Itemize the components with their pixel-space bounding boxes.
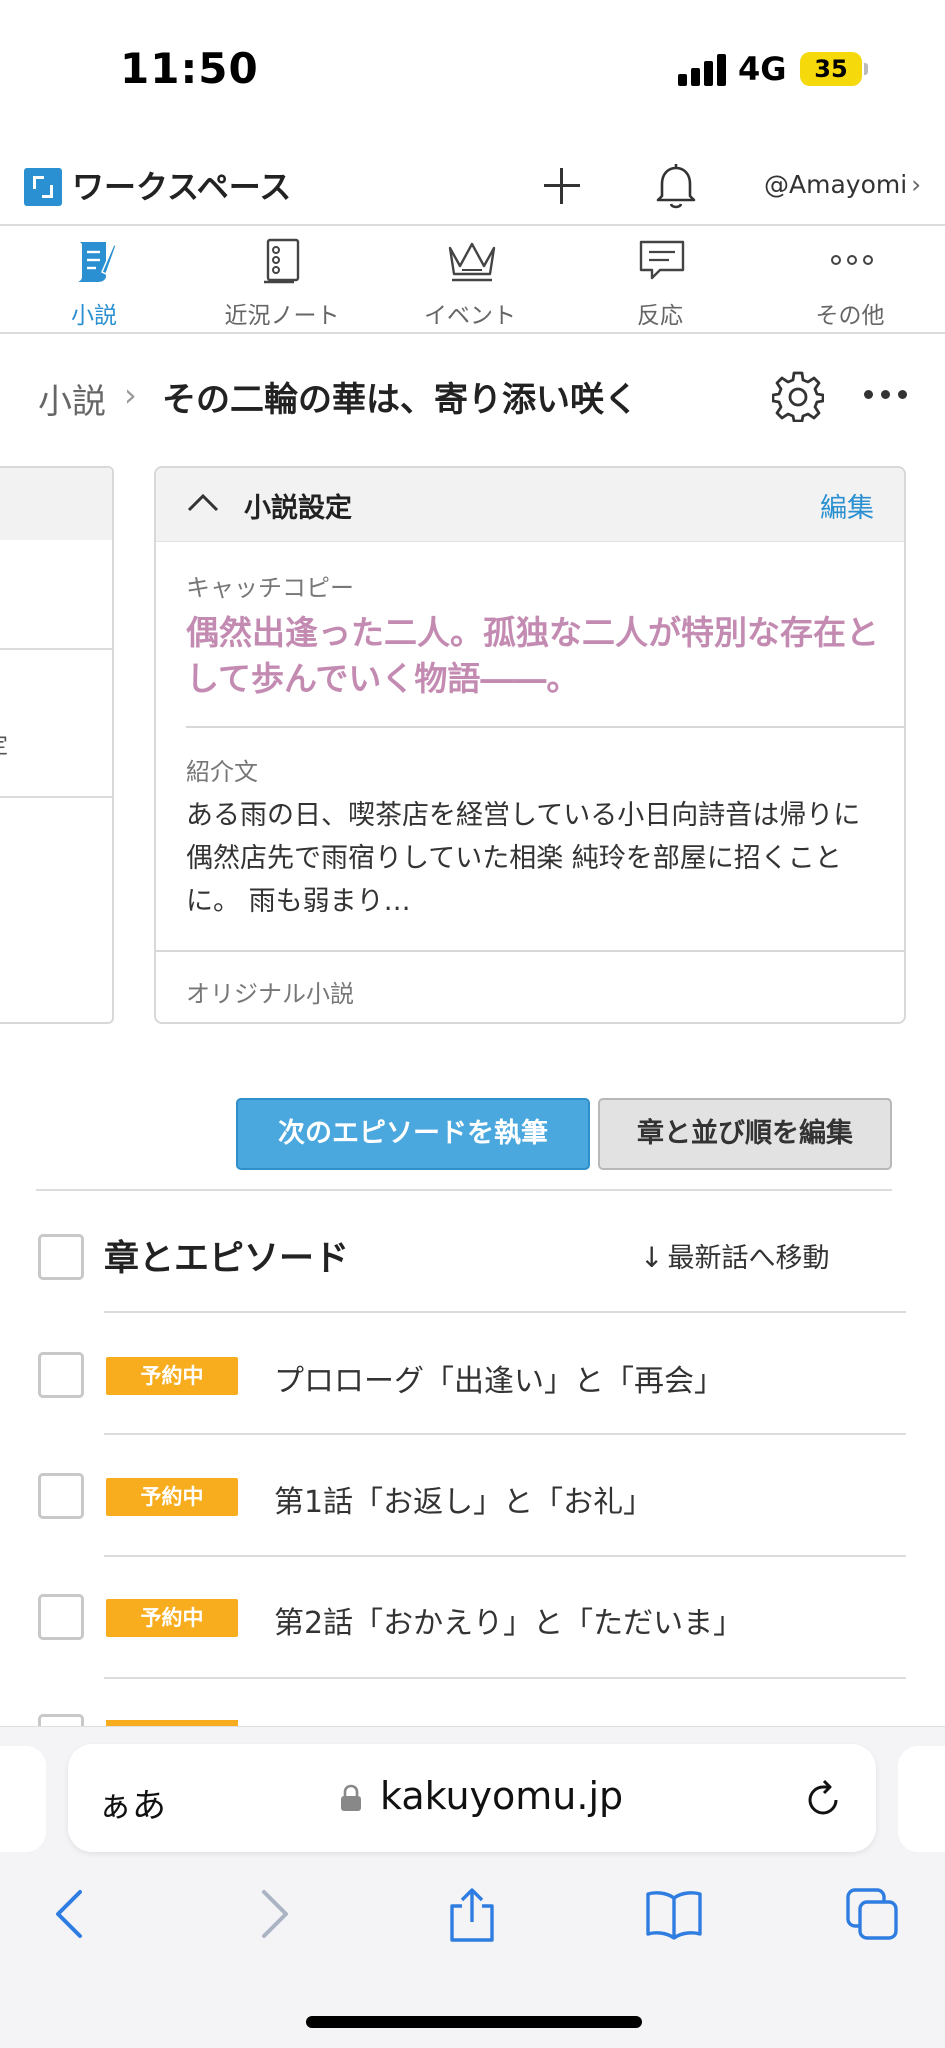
tab-label: 近況ノート xyxy=(224,303,340,329)
bell-icon[interactable] xyxy=(654,162,698,210)
lock-icon xyxy=(340,1784,362,1812)
jump-to-latest-link[interactable]: ↓ 最新話へ移動 xyxy=(640,1236,829,1275)
scheduled-badge: 予約中 xyxy=(106,1478,238,1516)
address-bar[interactable]: ぁあ kakuyomu.jp xyxy=(68,1744,876,1852)
crown-icon xyxy=(448,236,496,284)
home-indicator xyxy=(306,2016,642,2028)
back-icon[interactable] xyxy=(44,1886,100,1942)
battery-icon: 35 xyxy=(800,52,862,86)
tab-label: その他 xyxy=(815,303,885,329)
previous-tab-pill[interactable] xyxy=(0,1746,46,1852)
more-dots-icon xyxy=(828,236,873,284)
card-title: 小説設定 xyxy=(244,493,352,524)
edit-chapter-order-button[interactable]: 章と並び順を編集 xyxy=(598,1098,892,1170)
reader-options-button[interactable]: ぁあ xyxy=(98,1778,166,1827)
quill-scroll-icon xyxy=(72,236,116,284)
catchcopy-text: 偶然出逢った二人。孤独な二人が特別な存在として歩んでいく物語――。 xyxy=(186,613,879,698)
url-text[interactable]: kakuyomu.jp xyxy=(380,1774,623,1818)
scheduled-badge: 予約中 xyxy=(106,1357,238,1395)
divider xyxy=(104,1433,906,1435)
kakuyomu-logo-icon[interactable] xyxy=(24,168,62,206)
reload-icon[interactable] xyxy=(804,1778,844,1818)
divider xyxy=(104,1555,906,1557)
tab-label: 小説 xyxy=(71,303,117,329)
user-name: @Amayomi xyxy=(764,170,908,199)
network-type: 4G xyxy=(738,50,787,88)
episode-title[interactable]: 第1話「お返し」と「お礼」 xyxy=(274,1477,653,1521)
write-next-episode-button[interactable]: 次のエピソードを執筆 xyxy=(236,1098,590,1170)
divider xyxy=(36,1189,892,1191)
chevron-up-icon[interactable] xyxy=(186,490,220,516)
divider xyxy=(0,648,112,650)
tab-novel[interactable]: 小説 xyxy=(4,234,184,330)
arrow-down-icon: ↓ xyxy=(640,1241,664,1274)
notebook-icon xyxy=(260,236,304,284)
more-options-icon[interactable] xyxy=(864,390,908,400)
next-tab-pill[interactable] xyxy=(898,1746,945,1852)
tab-activity-notes[interactable]: 近況ノート xyxy=(192,234,372,330)
tab-label: 反応 xyxy=(637,303,683,329)
card-header[interactable]: 小説設定 編集 xyxy=(156,468,904,542)
title-row: 小説 › その二輪の華は、寄り添い咲く xyxy=(0,350,945,440)
battery-tip xyxy=(864,63,868,75)
share-icon[interactable] xyxy=(444,1886,500,1942)
divider xyxy=(0,796,112,798)
tab-events[interactable]: イベント xyxy=(380,234,560,330)
episode-title[interactable]: プロローグ「出逢い」と「再会」 xyxy=(274,1356,724,1400)
tab-label: イベント xyxy=(424,303,516,329)
edit-link[interactable]: 編集 xyxy=(820,486,874,525)
gear-icon[interactable] xyxy=(772,370,824,422)
novel-settings-card: 小説設定 編集 キャッチコピー 偶然出逢った二人。孤独な二人が特別な存在として歩… xyxy=(154,466,906,1024)
divider xyxy=(104,1677,906,1679)
chevron-right-icon: › xyxy=(124,376,137,414)
select-all-checkbox[interactable] xyxy=(38,1234,84,1280)
bookmarks-icon[interactable] xyxy=(644,1886,702,1942)
app-header: ワークスペース @Amayomi › xyxy=(0,140,945,226)
signal-icon xyxy=(678,54,728,86)
workspace-title[interactable]: ワークスペース xyxy=(72,162,291,208)
divider xyxy=(104,1311,906,1313)
tabs-icon[interactable] xyxy=(844,1886,900,1942)
status-bar: 11:50 4G 35 xyxy=(0,0,945,140)
comment-icon xyxy=(638,236,685,284)
divider xyxy=(186,726,904,728)
scheduled-badge: 予約中 xyxy=(106,1599,238,1637)
episode-checkbox[interactable] xyxy=(38,1352,84,1398)
partial-text: 定 xyxy=(0,728,8,760)
panel-header xyxy=(0,468,112,540)
episode-title[interactable]: 第2話「おかえり」と「ただいま」 xyxy=(274,1598,743,1642)
jump-latest-label: 最新話へ移動 xyxy=(667,1243,830,1274)
plus-icon[interactable] xyxy=(540,164,584,208)
previous-card-panel xyxy=(0,466,114,1024)
catchcopy-label: キャッチコピー xyxy=(186,574,354,602)
breadcrumb-novel[interactable]: 小説 xyxy=(38,374,106,423)
chevron-right-icon: › xyxy=(911,170,922,199)
user-account-link[interactable]: @Amayomi › xyxy=(764,170,921,199)
forward-icon[interactable] xyxy=(244,1886,300,1942)
episode-list-title: 章とエピソード xyxy=(104,1239,350,1279)
episode-checkbox[interactable] xyxy=(38,1473,84,1519)
status-time: 11:50 xyxy=(120,44,259,93)
tab-other[interactable]: その他 xyxy=(760,234,940,330)
page-title: その二輪の華は、寄り添い咲く xyxy=(162,380,638,420)
divider xyxy=(156,950,904,952)
episode-checkbox[interactable] xyxy=(38,1594,84,1640)
tab-reactions[interactable]: 反応 xyxy=(570,234,750,330)
intro-label: 紹介文 xyxy=(186,758,258,786)
genre-label: オリジナル小説 xyxy=(186,980,354,1008)
tab-bar: 小説 近況ノート イベント 反応 その他 xyxy=(0,228,945,334)
intro-text: ある雨の日、喫茶店を経営している小日向詩音は帰りに偶然店先で雨宿りしていた相楽 … xyxy=(186,800,861,917)
